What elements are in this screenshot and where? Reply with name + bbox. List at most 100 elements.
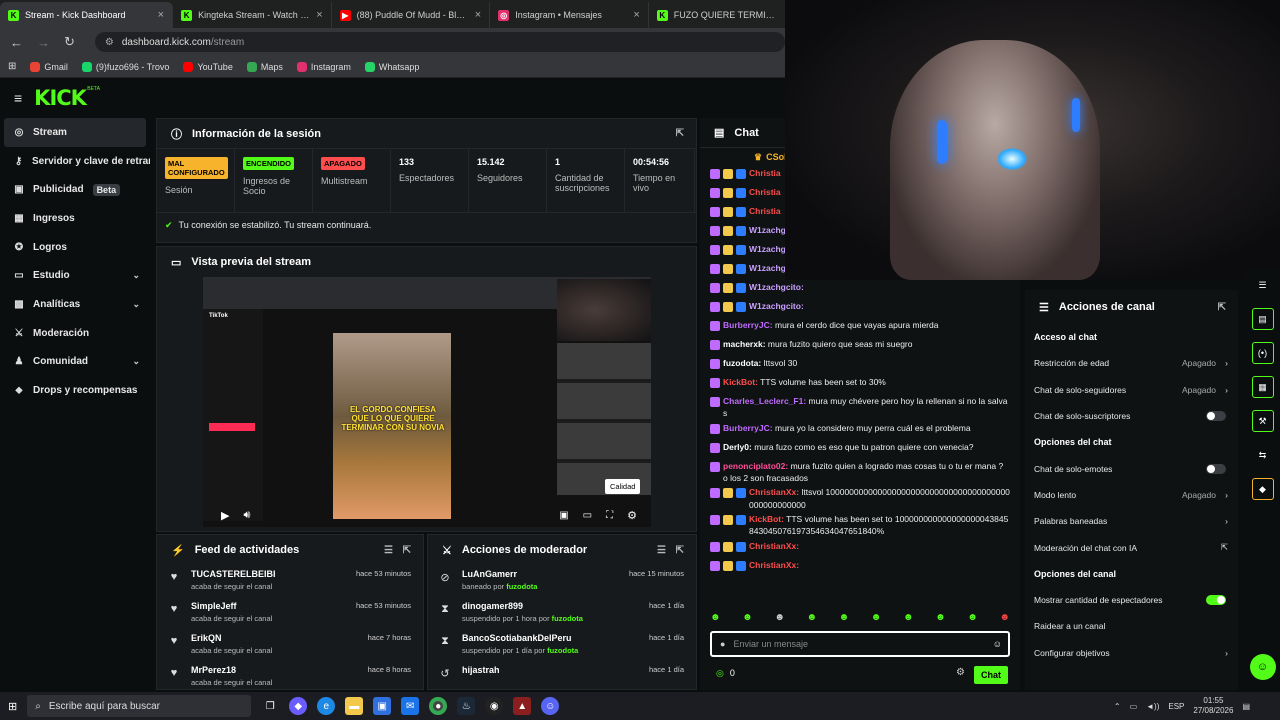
- channel-action-row[interactable]: Chat de solo-emotes: [1025, 455, 1238, 481]
- chat-username[interactable]: KickBot:: [723, 377, 758, 387]
- kick-logo[interactable]: KICK BETA: [34, 86, 100, 110]
- chrome-icon[interactable]: ●: [429, 697, 448, 715]
- discord-icon[interactable]: ☺: [541, 697, 560, 715]
- notifications-icon[interactable]: ▤: [1242, 702, 1250, 711]
- chat-toggle-icon[interactable]: ▤: [1251, 308, 1274, 330]
- bookmark[interactable]: Gmail: [30, 61, 68, 72]
- chat-message[interactable]: ChristianXx:: [700, 539, 1020, 558]
- channel-action-row[interactable]: Chat de solo-seguidores Apagado ›: [1025, 377, 1238, 403]
- chat-message[interactable]: BurberryJC: mura el cerdo dice que vayas…: [700, 318, 1020, 337]
- emote-icon[interactable]: ☻: [806, 612, 817, 626]
- popout-icon[interactable]: ⇱: [676, 128, 684, 139]
- share-icon[interactable]: ⇆: [1252, 444, 1274, 466]
- chat-username[interactable]: W1zachgcito:: [749, 282, 804, 292]
- chat-settings-icon[interactable]: ⚙: [956, 667, 965, 678]
- emote-icon[interactable]: ☻: [935, 612, 946, 626]
- browser-tab[interactable]: ◎ Instagram • Mensajes ×: [490, 2, 649, 28]
- sidebar-item[interactable]: ✪ Logros: [0, 233, 150, 262]
- toggle-switch[interactable]: [1206, 463, 1226, 474]
- stream-video-player[interactable]: TikTok EL GORDO CONFIESA QUE LO QUE QUIE…: [203, 277, 651, 527]
- obs-icon[interactable]: ◉: [485, 697, 504, 715]
- sidebar-item[interactable]: ▦ Ingresos: [0, 204, 150, 233]
- bookmark[interactable]: (9)fuzo696 - Trovo: [81, 61, 169, 72]
- emote-icon[interactable]: ☻: [967, 612, 978, 626]
- channel-action-row[interactable]: Chat de solo-suscriptores: [1025, 403, 1238, 429]
- app-icon[interactable]: ▲: [513, 697, 532, 715]
- file-explorer-icon[interactable]: ▬: [345, 697, 364, 715]
- popout-icon[interactable]: ⇱: [676, 545, 684, 556]
- bookmark[interactable]: Instagram: [296, 61, 351, 72]
- back-icon[interactable]: ←: [10, 35, 23, 50]
- filter-icon[interactable]: ☰: [657, 545, 666, 556]
- channel-actions-icon[interactable]: ◆: [1251, 478, 1274, 500]
- chat-username[interactable]: W1zachgcito:: [749, 301, 804, 311]
- chat-message[interactable]: KickBot: TTS volume has been set to 1000…: [700, 512, 1020, 539]
- tray-chevron-icon[interactable]: ⌃: [1114, 702, 1121, 711]
- chat-message[interactable]: KickBot: TTS volume has been set to 30%: [700, 375, 1020, 394]
- hamburger-menu-icon[interactable]: ≡: [14, 90, 22, 106]
- toggle-switch[interactable]: [1206, 411, 1226, 422]
- popout-icon[interactable]: ⇱: [1218, 302, 1226, 313]
- mod-action-item[interactable]: ⧗ BancoScotiabankDelPeru suspendido por 1 …: [428, 629, 696, 661]
- chat-username[interactable]: Christia: [749, 187, 781, 197]
- clock[interactable]: 01:55 27/08/2026: [1193, 696, 1233, 717]
- chat-send-button[interactable]: Chat: [974, 666, 1008, 684]
- language-indicator[interactable]: ESP: [1168, 702, 1184, 711]
- stats-toggle-icon[interactable]: ▦: [1251, 376, 1274, 398]
- chat-username[interactable]: BurberryJC:: [723, 320, 773, 330]
- layout-icon[interactable]: ☰: [1252, 274, 1274, 296]
- windows-start-icon[interactable]: ⊞: [8, 700, 17, 713]
- support-button[interactable]: ☺: [1249, 654, 1276, 680]
- browser-tab[interactable]: K Stream - Kick Dashboard ×: [0, 2, 174, 28]
- sidebar-item[interactable]: ▣ Publicidad Beta: [0, 175, 150, 204]
- copilot-icon[interactable]: ◆: [289, 697, 308, 715]
- mod-tool-icon[interactable]: ⚒: [1251, 410, 1274, 432]
- reload-icon[interactable]: ↻: [64, 34, 75, 50]
- points-display[interactable]: ◎ 0: [716, 668, 735, 679]
- chat-message[interactable]: fuzodota: lttsvol 30: [700, 356, 1020, 375]
- tray-volume-icon[interactable]: ◄)): [1146, 702, 1159, 711]
- emote-icon[interactable]: ☻: [710, 612, 721, 626]
- mod-action-item[interactable]: ↺ hijastrah hace 1 día: [428, 661, 696, 693]
- mail-icon[interactable]: ✉: [401, 697, 420, 715]
- bookmark[interactable]: YouTube: [183, 61, 233, 72]
- chat-message[interactable]: Charles_Leclerc_F1: mura muy chévere per…: [700, 394, 1020, 421]
- close-icon[interactable]: ×: [158, 9, 164, 21]
- chat-username[interactable]: ChristianXx:: [749, 541, 799, 551]
- fullscreen-icon[interactable]: ⛶: [606, 510, 613, 521]
- sidebar-item[interactable]: ♟ Comunidad ⌄: [0, 348, 150, 377]
- emoji-icon[interactable]: ☺: [993, 639, 1002, 649]
- emote-icon[interactable]: ☻: [903, 612, 914, 626]
- chat-message[interactable]: penonciplato02: mura fuzito quien a logr…: [700, 459, 1020, 486]
- miniplayer-icon[interactable]: ▣: [559, 510, 568, 521]
- activity-item[interactable]: ♥ MrPerez18 acaba de seguir el canal hace 8…: [157, 661, 423, 693]
- sidebar-item[interactable]: ▭ Estudio ⌄: [0, 261, 150, 290]
- chat-username[interactable]: BurberryJC:: [723, 423, 773, 433]
- chat-username[interactable]: Christia: [749, 206, 781, 216]
- bookmark[interactable]: Whatsapp: [364, 61, 419, 72]
- channel-action-row[interactable]: Raidear a un canal: [1025, 613, 1238, 639]
- chat-message[interactable]: ChristianXx: lttsvol 1000000000000000000…: [700, 485, 1020, 512]
- broadcast-toggle-icon[interactable]: (•): [1251, 342, 1274, 364]
- chat-username[interactable]: Christia: [749, 168, 781, 178]
- activity-item[interactable]: ♥ TUCASTERELBEIBI acaba de seguir el canal…: [157, 565, 423, 597]
- chat-message[interactable]: Derly0: mura fuzo como es eso que tu pat…: [700, 440, 1020, 459]
- chat-username[interactable]: Derly0:: [723, 442, 752, 452]
- tray-network-icon[interactable]: ▭: [1130, 702, 1138, 711]
- browser-tab[interactable]: K FUZO QUIERE TERMINARLE A SU NOVIA: [649, 2, 785, 28]
- activity-item[interactable]: ♥ SimpleJeff acaba de seguir el canal hace …: [157, 597, 423, 629]
- forward-icon[interactable]: →: [37, 35, 50, 50]
- chat-message[interactable]: macherxk: mura fuzito quiero que seas mi…: [700, 337, 1020, 356]
- popout-icon[interactable]: ⇱: [403, 545, 411, 556]
- emote-icon[interactable]: ☻: [871, 612, 882, 626]
- emote-icon[interactable]: ☻: [774, 612, 785, 626]
- chat-message[interactable]: ChristianXx:: [700, 558, 1020, 577]
- emote-icon[interactable]: ☻: [999, 612, 1010, 626]
- steam-icon[interactable]: ♨: [457, 697, 476, 715]
- edge-icon[interactable]: e: [317, 697, 336, 715]
- store-icon[interactable]: ▣: [373, 697, 392, 715]
- channel-action-row[interactable]: Configurar objetivos ›: [1025, 640, 1238, 666]
- close-icon[interactable]: ×: [633, 9, 639, 21]
- emote-icon[interactable]: ☻: [839, 612, 850, 626]
- chat-username[interactable]: penonciplato02:: [723, 461, 788, 471]
